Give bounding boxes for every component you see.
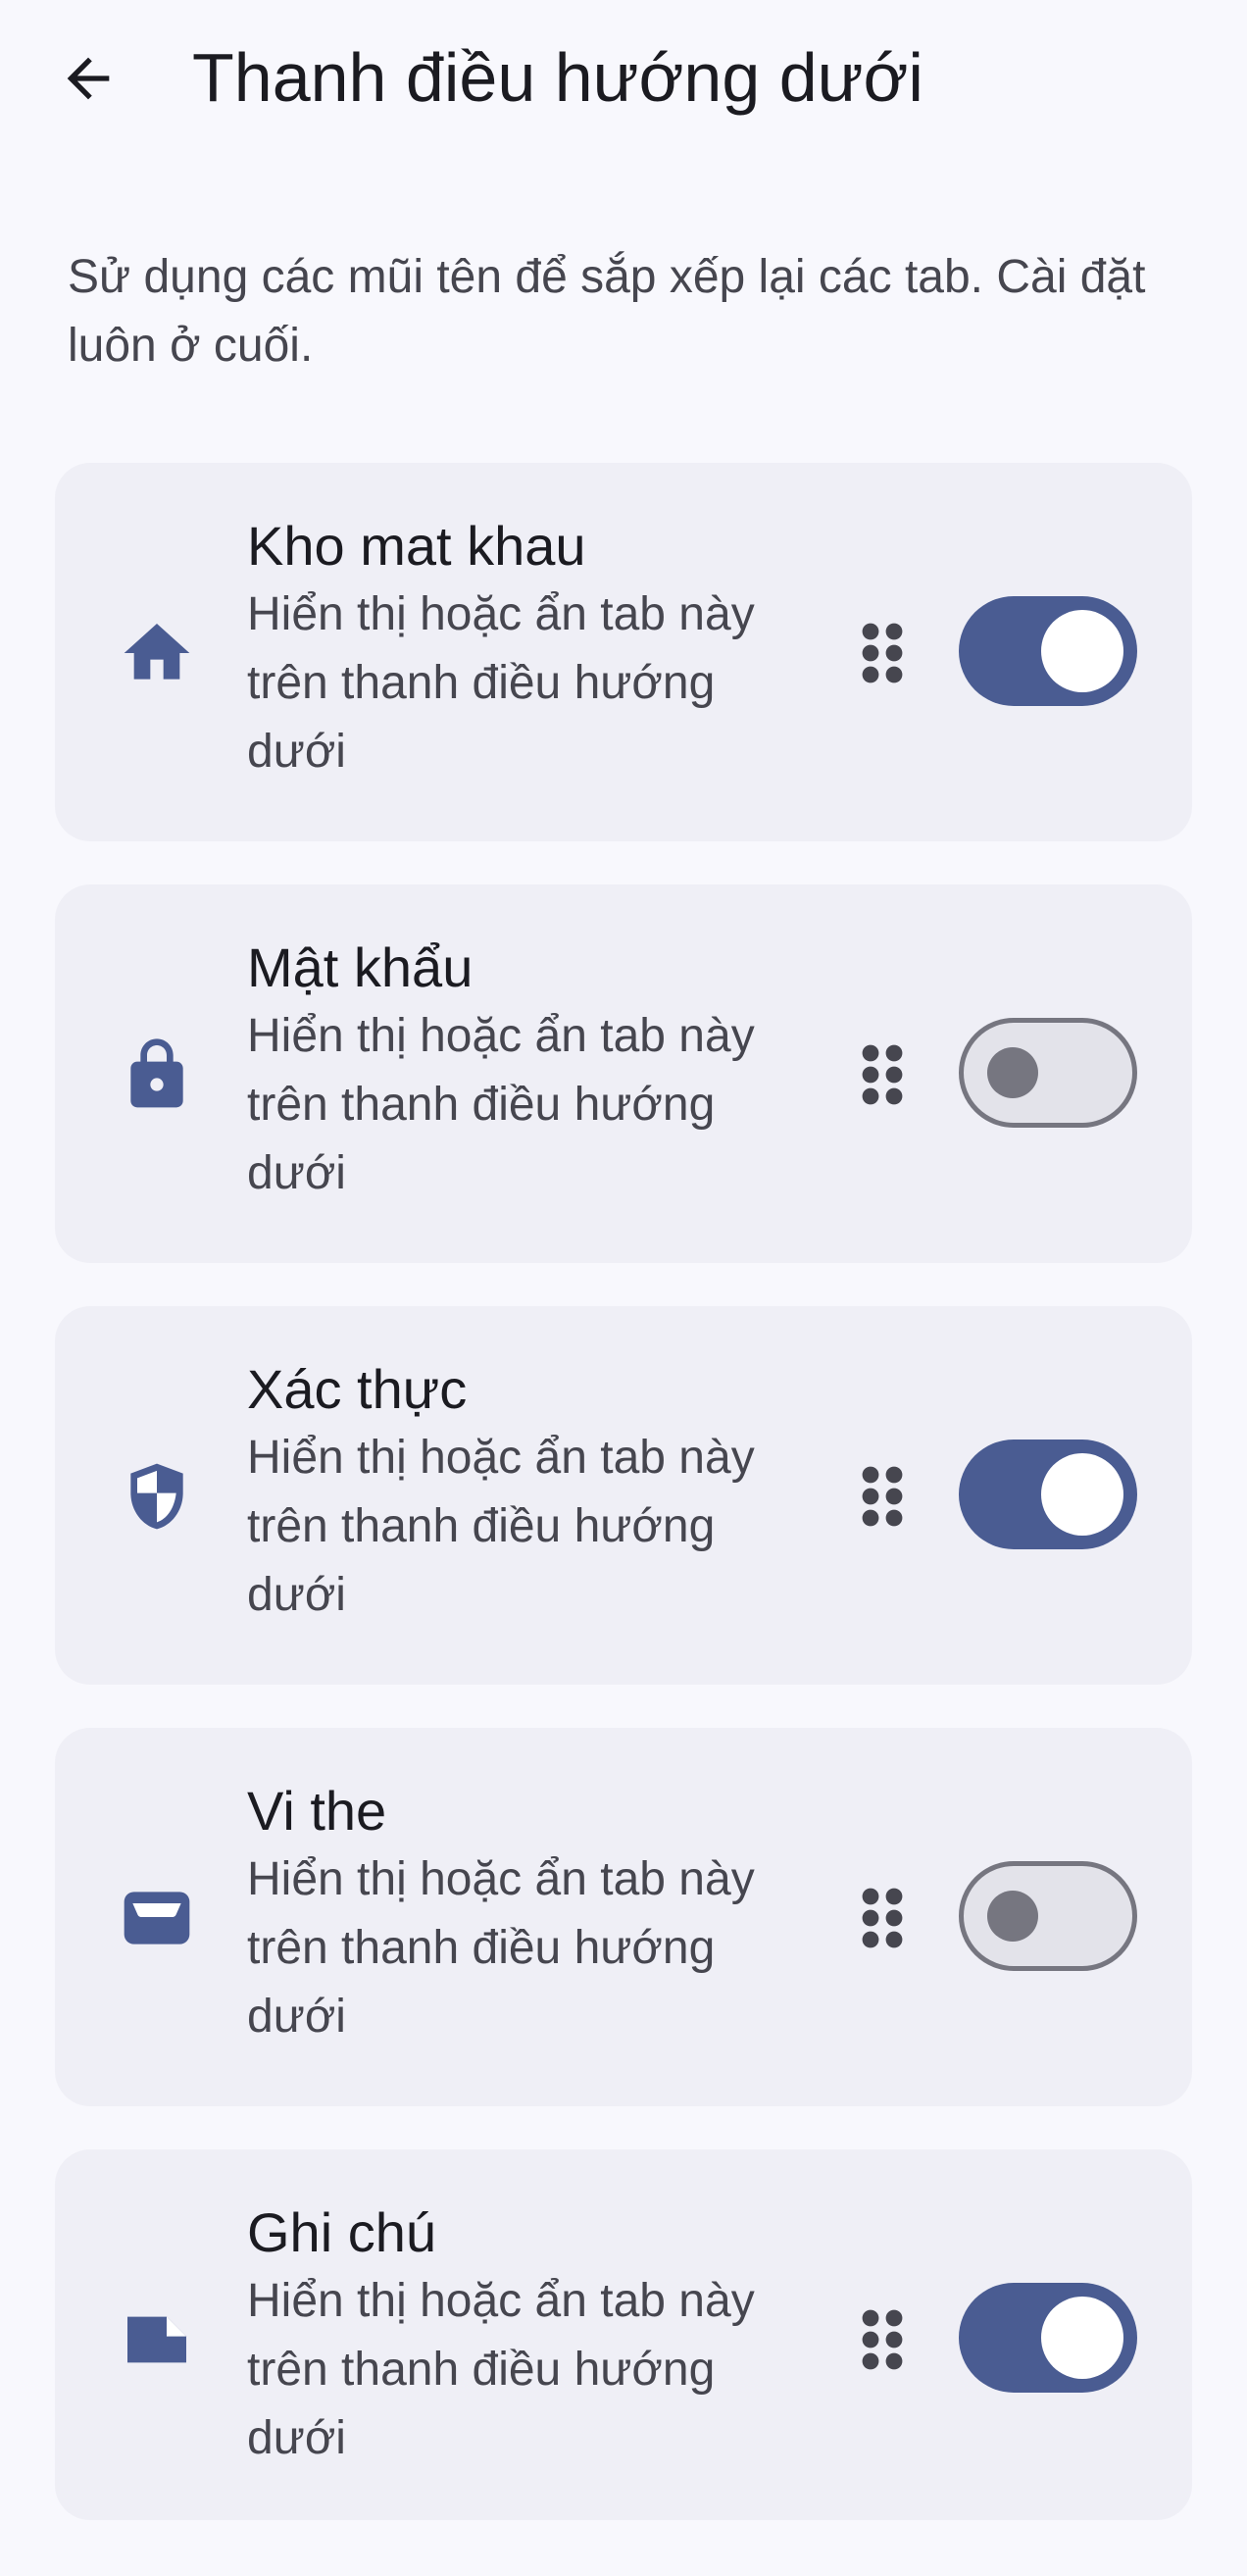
- tab-title: Ghi chú: [247, 2201, 436, 2263]
- tab-card-passwords: Mật khẩu Hiển thị hoặc ẩn tab này trên t…: [55, 884, 1192, 1263]
- toggle-knob: [987, 1047, 1038, 1098]
- arrow-back-icon: [67, 57, 110, 100]
- back-button[interactable]: [39, 29, 137, 127]
- home-icon: [112, 608, 202, 698]
- visibility-toggle[interactable]: [959, 596, 1137, 706]
- tab-card-vault: Kho mat khau Hiển thị hoặc ẩn tab này tr…: [55, 463, 1192, 841]
- toggle-knob: [1041, 2297, 1123, 2379]
- toggle-knob: [1041, 610, 1123, 692]
- tab-title: Xác thực: [247, 1358, 468, 1420]
- shield-icon: [112, 1451, 202, 1541]
- page-title: Thanh điều hướng dưới: [192, 39, 923, 116]
- visibility-toggle[interactable]: [959, 2283, 1137, 2393]
- drag-handle-icon[interactable]: [839, 1039, 925, 1110]
- visibility-toggle[interactable]: [959, 1861, 1137, 1971]
- tab-subtitle: Hiển thị hoặc ẩn tab này trên thanh điều…: [247, 1010, 755, 1199]
- tab-title: Vi the: [247, 1780, 387, 1842]
- drag-handle-icon[interactable]: [839, 2304, 925, 2375]
- description-text: Sử dụng các mũi tên để sắp xếp lại các t…: [68, 251, 1146, 372]
- tab-subtitle: Hiển thị hoặc ẩn tab này trên thanh điều…: [247, 1432, 755, 1621]
- tab-title: Kho mat khau: [247, 515, 586, 577]
- wallet-icon: [112, 1873, 202, 1963]
- tab-card-notes: Ghi chú Hiển thị hoặc ẩn tab này trên th…: [55, 2149, 1192, 2520]
- visibility-toggle[interactable]: [959, 1018, 1137, 1128]
- toggle-knob: [987, 1891, 1038, 1942]
- tab-subtitle: Hiển thị hoặc ẩn tab này trên thanh điều…: [247, 1853, 755, 2043]
- lock-icon: [112, 1030, 202, 1120]
- note-icon: [112, 2295, 202, 2385]
- app-bar: Thanh điều hướng dưới: [0, 0, 1247, 157]
- drag-handle-icon[interactable]: [839, 1461, 925, 1532]
- tab-subtitle: Hiển thị hoặc ẩn tab này trên thanh điều…: [247, 2275, 755, 2464]
- drag-handle-icon[interactable]: [839, 618, 925, 688]
- tab-card-wallet: Vi the Hiển thị hoặc ẩn tab này trên tha…: [55, 1728, 1192, 2106]
- visibility-toggle[interactable]: [959, 1440, 1137, 1549]
- tab-card-authenticator: Xác thực Hiển thị hoặc ẩn tab này trên t…: [55, 1306, 1192, 1685]
- tab-title: Mật khẩu: [247, 936, 474, 998]
- toggle-knob: [1041, 1453, 1123, 1536]
- tab-subtitle: Hiển thị hoặc ẩn tab này trên thanh điều…: [247, 588, 755, 778]
- drag-handle-icon[interactable]: [839, 1883, 925, 1953]
